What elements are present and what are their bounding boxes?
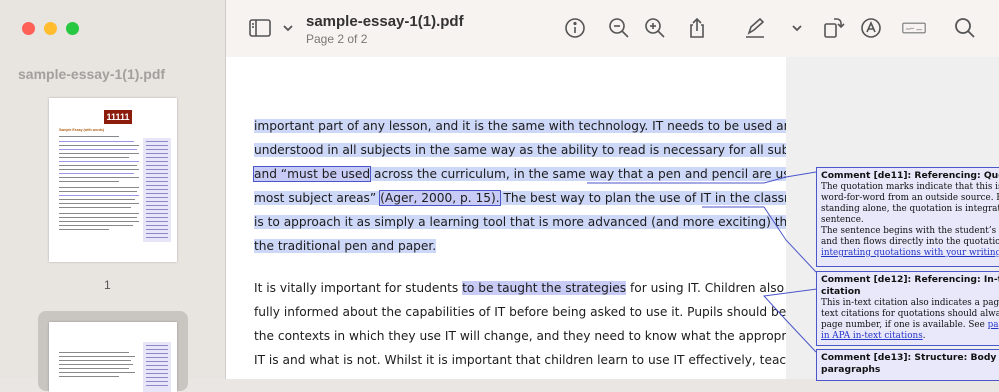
comment-de12[interactable]: Comment [de12]: Referencing: In-text cit… bbox=[816, 271, 999, 346]
minimize-window-button[interactable] bbox=[44, 22, 57, 35]
markup-pen-icon[interactable] bbox=[743, 16, 767, 40]
text-line: IT is and what is not. Whilst it is impo… bbox=[254, 353, 848, 367]
sidebar-document-title: sample-essay-1(1).pdf bbox=[18, 66, 166, 82]
search-icon[interactable] bbox=[953, 16, 977, 40]
text-line: most subject areas” (Ager, 2000, p. 15).… bbox=[254, 190, 816, 206]
signature-icon[interactable] bbox=[902, 16, 932, 40]
comment-de11[interactable]: Comment [de11]: Referencing: Quotations … bbox=[816, 167, 999, 267]
highlight-citation[interactable]: (Ager, 2000, p. 15). bbox=[379, 190, 501, 206]
document-title: sample-essay-1(1).pdf bbox=[306, 13, 464, 30]
markup-circle-icon[interactable] bbox=[859, 16, 883, 40]
markup-chevron-down-icon[interactable] bbox=[785, 16, 802, 40]
thumbnail-page-label: 1 bbox=[104, 278, 111, 292]
text-line: is to approach it as simply a learning t… bbox=[254, 215, 803, 229]
page-thumbnail-2[interactable] bbox=[49, 322, 177, 392]
comment-link[interactable]: page numbers bbox=[988, 320, 999, 330]
document-page: important part of any lesson, and it is … bbox=[226, 57, 856, 379]
text-line: the traditional pen and paper. bbox=[254, 239, 437, 253]
page-indicator: Page 2 of 2 bbox=[306, 32, 368, 46]
thumbnail-heading: Sample Essay (with words) bbox=[59, 128, 105, 132]
highlight-quote-start[interactable]: and “must be used bbox=[252, 166, 372, 182]
info-icon[interactable] bbox=[563, 16, 587, 40]
sidebar-toggle-icon[interactable] bbox=[248, 16, 272, 40]
comment-link[interactable]: in APA in-text citations bbox=[821, 331, 923, 341]
text-line: the contexts in which they use IT will c… bbox=[254, 329, 851, 343]
fullscreen-window-button[interactable] bbox=[66, 22, 79, 35]
share-icon[interactable] bbox=[685, 16, 709, 40]
chevron-down-icon[interactable] bbox=[276, 16, 293, 40]
comment-link[interactable]: integrating quotations with your writing bbox=[821, 248, 999, 258]
highlight-strategies[interactable]: to be taught the strategies bbox=[462, 281, 627, 295]
comment-de13[interactable]: Comment [de13]: Structure: Body paragrap… bbox=[816, 349, 999, 381]
rotate-icon[interactable] bbox=[821, 16, 845, 40]
close-window-button[interactable] bbox=[22, 22, 35, 35]
zoom-in-icon[interactable] bbox=[643, 16, 667, 40]
text-line: and “must be used across the curriculum,… bbox=[252, 166, 820, 182]
text-line: understood in all subjects in the same w… bbox=[254, 143, 822, 157]
zoom-out-icon[interactable] bbox=[607, 16, 631, 40]
page-thumbnail-1[interactable]: 11111 Sample Essay (with words) bbox=[49, 98, 177, 262]
text-line: fully informed about the capabilities of… bbox=[254, 305, 856, 319]
toolbar: sample-essay-1(1).pdf Page 2 of 2 bbox=[226, 0, 999, 58]
text-line: It is vitally important for students to … bbox=[254, 281, 854, 295]
text-line: important part of any lesson, and it is … bbox=[254, 119, 800, 133]
thumbnail-stamp: 11111 bbox=[104, 110, 132, 124]
